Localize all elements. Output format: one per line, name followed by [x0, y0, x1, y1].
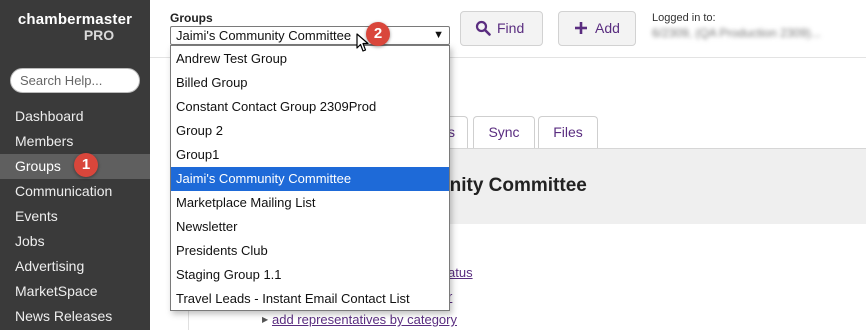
dropdown-option-selected[interactable]: Jaimi's Community Committee: [171, 167, 449, 191]
dropdown-option[interactable]: Group1: [171, 143, 449, 167]
status-link[interactable]: atus: [448, 265, 473, 280]
sidebar-item-members[interactable]: Members: [0, 129, 150, 154]
sidebar-nav: Dashboard Members Groups Communication E…: [0, 104, 150, 329]
sidebar-item-communication[interactable]: Communication: [0, 179, 150, 204]
add-representatives-link[interactable]: add representatives by category: [272, 312, 457, 327]
logo-text-main: chambermaster: [17, 11, 133, 28]
groups-select[interactable]: Jaimi's Community Committee ▼: [170, 26, 450, 45]
dropdown-option[interactable]: Staging Group 1.1: [171, 263, 449, 287]
search-icon: [475, 20, 491, 36]
dropdown-option[interactable]: Billed Group: [171, 71, 449, 95]
tab-sync[interactable]: Sync: [473, 116, 535, 148]
find-button-label: Find: [497, 20, 525, 36]
dropdown-option[interactable]: Marketplace Mailing List: [171, 191, 449, 215]
groups-label: Groups: [170, 11, 213, 25]
sidebar-item-label: Groups: [15, 158, 61, 174]
search-help-input[interactable]: [10, 68, 140, 93]
dropdown-option[interactable]: Newsletter: [171, 215, 449, 239]
tab-files[interactable]: Files: [538, 116, 598, 148]
sidebar-item-events[interactable]: Events: [0, 204, 150, 229]
chevron-down-icon: ▼: [433, 29, 444, 41]
bullet-arrow-icon: ▶: [262, 315, 269, 324]
step-badge-2: 2: [366, 22, 390, 46]
add-button[interactable]: Add: [558, 11, 636, 46]
plus-icon: [575, 22, 587, 34]
logged-in-label: Logged in to:: [652, 12, 716, 24]
sidebar-item-marketspace[interactable]: MarketSpace: [0, 279, 150, 304]
find-button[interactable]: Find: [460, 11, 543, 46]
page-title: unity Committee: [438, 175, 587, 196]
app-logo[interactable]: chambermaster PRO: [0, 12, 150, 43]
step-badge-1: 1: [74, 153, 98, 177]
groups-dropdown-list[interactable]: Andrew Test Group Billed Group Constant …: [170, 45, 450, 311]
dropdown-option[interactable]: Presidents Club: [171, 239, 449, 263]
sidebar-item-dashboard[interactable]: Dashboard: [0, 104, 150, 129]
dropdown-option[interactable]: Group 2: [171, 119, 449, 143]
sidebar-item-news-releases[interactable]: News Releases: [0, 304, 150, 329]
add-button-label: Add: [595, 20, 620, 36]
sidebar-item-advertising[interactable]: Advertising: [0, 254, 150, 279]
logged-in-value[interactable]: 6/2309, (QA Production 2309)...: [652, 26, 821, 40]
sidebar-item-jobs[interactable]: Jobs: [0, 229, 150, 254]
dropdown-option[interactable]: Constant Contact Group 2309Prod: [171, 95, 449, 119]
groups-select-value: Jaimi's Community Committee: [176, 28, 352, 43]
dropdown-option[interactable]: Andrew Test Group: [171, 47, 449, 71]
dropdown-option[interactable]: Travel Leads - Instant Email Contact Lis…: [171, 287, 449, 311]
logo-text-pro: PRO: [83, 27, 115, 43]
